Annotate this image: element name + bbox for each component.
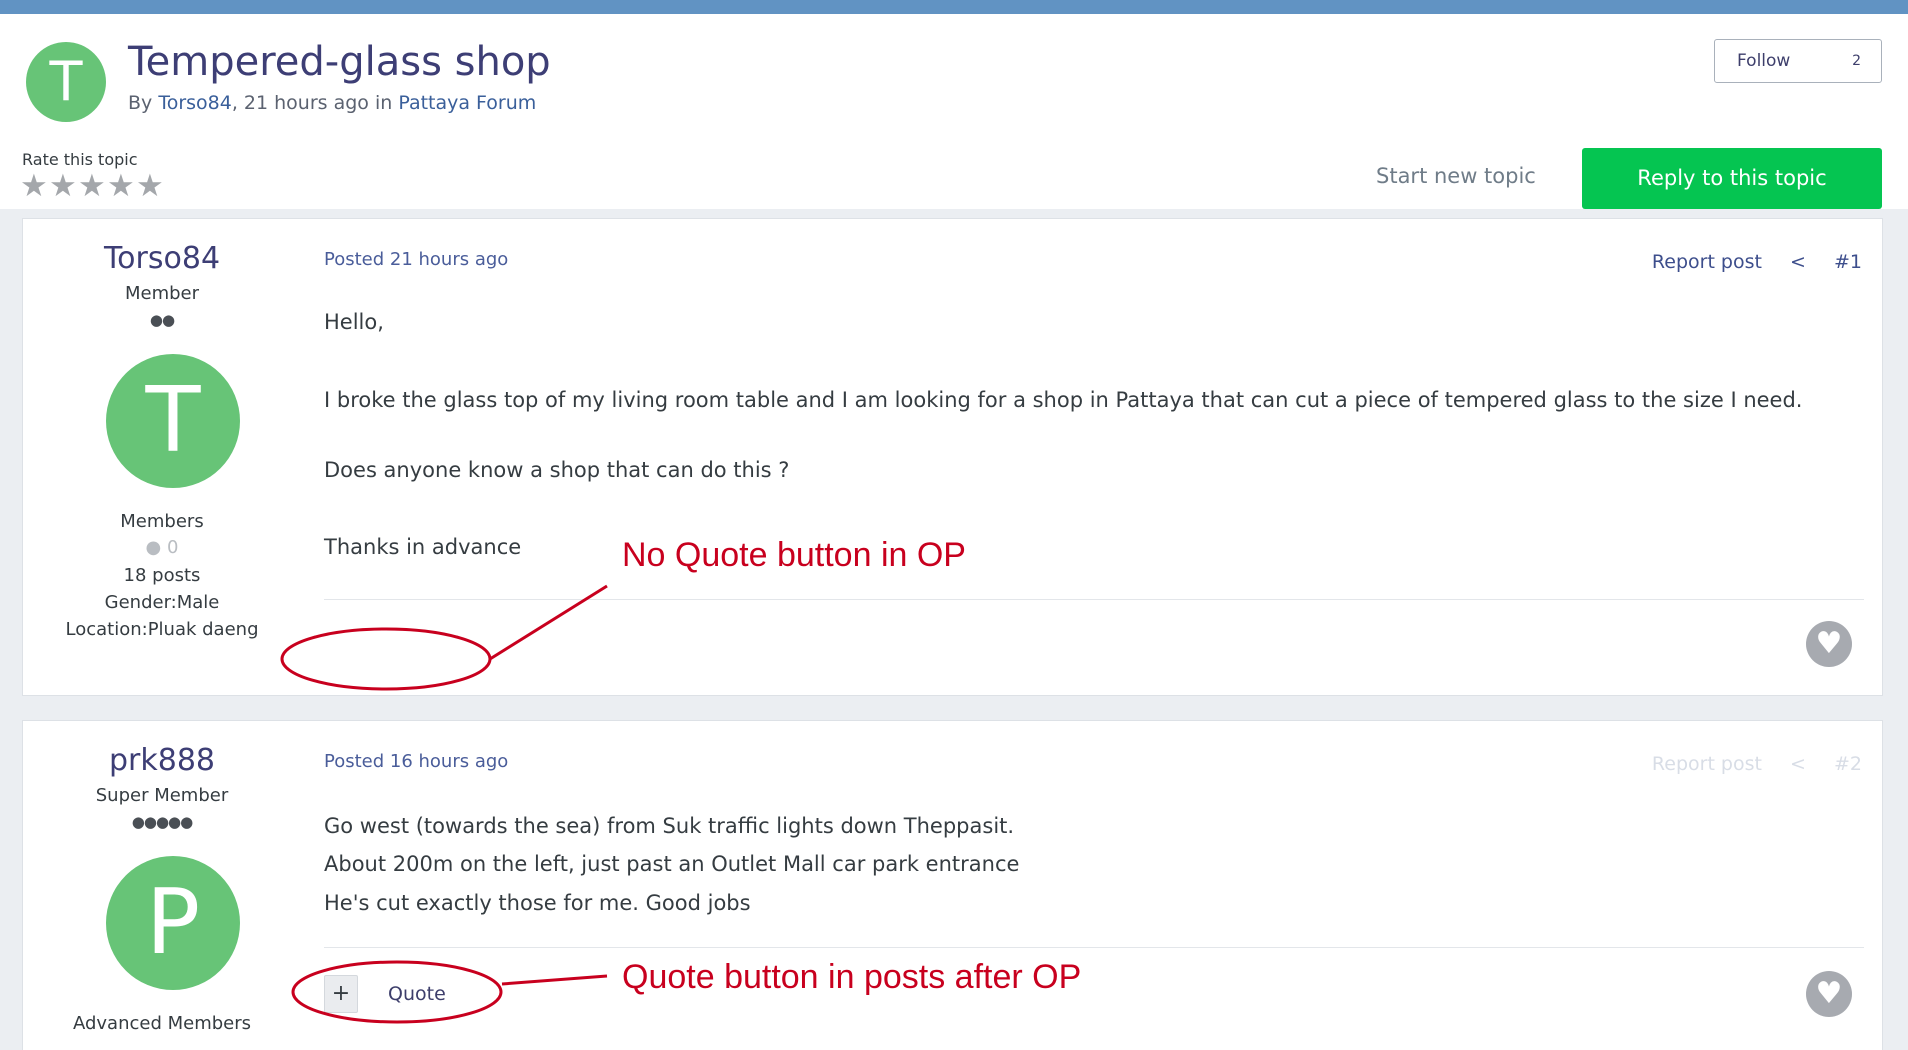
quote-button[interactable]: + Quote <box>324 975 494 1013</box>
browser-top-bar <box>0 0 1908 14</box>
post-number-link[interactable]: #2 <box>1834 753 1862 775</box>
byline-prefix: By <box>128 92 153 114</box>
topic-author-avatar[interactable]: T <box>26 42 106 122</box>
topic-byline: By Torso84, 21 hours ago in Pattaya Foru… <box>128 92 536 114</box>
annotation-quote-after: Quote button in posts after OP <box>622 958 1082 996</box>
post-author-name[interactable]: prk888 <box>23 743 301 778</box>
post-2: prk888 Super Member ●●●●● P Advanced Mem… <box>22 720 1883 1050</box>
report-post-link[interactable]: Report post <box>1652 251 1762 273</box>
star-icon[interactable]: ★ <box>136 169 165 203</box>
topic-header: T Tempered-glass shop By Torso84, 21 hou… <box>0 14 1908 209</box>
rank-pips: ●● <box>149 311 175 329</box>
reply-to-topic-button[interactable]: Reply to this topic <box>1582 148 1882 209</box>
post-author-rank: Super Member <box>95 785 229 806</box>
star-icon[interactable]: ★ <box>107 169 136 203</box>
post-line: Go west (towards the sea) from Suk traff… <box>324 814 1015 838</box>
start-new-topic-link[interactable]: Start new topic <box>1376 164 1536 188</box>
post-line: Does anyone know a shop that can do this… <box>324 458 790 482</box>
follow-count: 2 <box>1852 53 1861 69</box>
forum-link[interactable]: Pattaya Forum <box>398 92 536 114</box>
rank-pips: ●●●●● <box>131 813 193 831</box>
follow-label: Follow <box>1737 51 1791 71</box>
heart-icon[interactable]: ♥ <box>1806 621 1852 667</box>
topic-author-link[interactable]: Torso84 <box>158 92 232 114</box>
post-timestamp[interactable]: Posted 21 hours ago <box>324 249 508 270</box>
post-count: 18 posts <box>123 565 201 586</box>
post-line: About 200m on the left, just past an Out… <box>324 852 1020 876</box>
byline-time: , 21 hours ago in <box>231 92 393 114</box>
post-line: I broke the glass top of my living room … <box>324 388 1803 412</box>
author-gender: Gender:Male <box>104 592 220 613</box>
page-title: Tempered-glass shop <box>128 39 551 85</box>
star-icon[interactable]: ★ <box>20 169 49 203</box>
post-controls: Report post < #1 <box>1630 251 1862 273</box>
rating-stars[interactable]: ★★★★★ <box>20 169 165 203</box>
rate-topic-label: Rate this topic <box>22 150 138 169</box>
author-location: Location:Pluak daeng <box>65 619 259 640</box>
post-1: Torso84 Member ●● T Members ● 0 18 posts… <box>22 218 1883 696</box>
post-divider <box>324 599 1864 600</box>
follow-button[interactable]: Follow 2 <box>1714 39 1882 83</box>
post-author-avatar[interactable]: T <box>106 354 240 488</box>
post-line: Hello, <box>324 310 384 334</box>
post-author-avatar[interactable]: P <box>106 856 240 990</box>
quote-label[interactable]: Quote <box>388 983 446 1005</box>
post-controls: Report post < #2 <box>1630 753 1862 775</box>
post-number-link[interactable]: #1 <box>1834 251 1862 273</box>
post-divider <box>324 947 1864 948</box>
post-line: Thanks in advance <box>324 535 522 559</box>
post-line: He's cut exactly those for me. Good jobs <box>324 891 751 915</box>
star-icon[interactable]: ★ <box>49 169 78 203</box>
post-author-group: Advanced Members <box>72 1013 252 1034</box>
share-icon[interactable]: < <box>1790 753 1806 775</box>
annotation-no-quote: No Quote button in OP <box>622 536 966 574</box>
post-timestamp[interactable]: Posted 16 hours ago <box>324 751 508 772</box>
plus-icon[interactable]: + <box>324 975 358 1013</box>
heart-icon[interactable]: ♥ <box>1806 971 1852 1017</box>
post-author-rank: Member <box>124 283 200 304</box>
reputation-dot-icon: ● <box>145 537 162 558</box>
share-icon[interactable]: < <box>1790 251 1806 273</box>
reputation-badge: ● 0 <box>23 537 301 558</box>
post-author-group: Members <box>120 511 204 532</box>
star-icon[interactable]: ★ <box>78 169 107 203</box>
report-post-link[interactable]: Report post <box>1652 753 1762 775</box>
post-author-name[interactable]: Torso84 <box>23 241 301 276</box>
reputation-value: 0 <box>167 537 179 558</box>
